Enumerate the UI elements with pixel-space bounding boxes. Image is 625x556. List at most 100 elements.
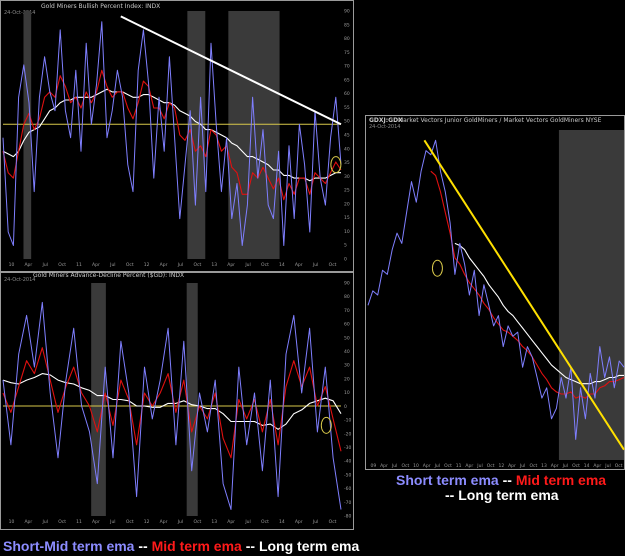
x-tick-label: Oct [615,463,623,469]
x-tick-label: 14 [279,262,285,268]
y-tick-label: -70 [344,500,351,506]
y-tick-label: 55 [344,105,350,111]
x-tick-label: Apr [508,463,516,469]
x-tick-label: Apr [551,463,559,469]
highlight-circle [320,416,332,434]
x-tick-label: 14 [279,519,285,525]
gdxj-gdx-panel: GDXJ:GDX Market Vectors Junior GoldMiner… [365,115,625,470]
x-tick-label: 11 [76,519,82,525]
highlight-circle [431,259,443,277]
x-tick-label: Apr [24,519,32,525]
x-tick-label: Apr [593,463,601,469]
bullish-percent-panel: Gold Miners Bullish Percent Index: INDX … [0,0,354,272]
legend-short-mid: Short-Mid term ema [3,538,135,554]
legend-sep: -- [445,487,459,503]
x-tick-label: Oct [126,262,134,268]
y-tick-label: 85 [344,22,350,28]
x-tick-label: 11 [76,262,82,268]
x-tick-label: Apr [465,463,473,469]
x-tick-label: Apr [380,463,388,469]
y-tick-label: 10 [344,229,350,235]
y-tick-label: 20 [344,201,350,207]
y-tick-label: 40 [344,349,350,355]
y-tick-label: 0 [344,404,347,410]
x-tick-label: Oct [329,519,337,525]
y-tick-label: 80 [344,294,350,300]
legend-sep: -- [498,472,516,488]
x-tick-label: Jul [109,262,115,268]
y-tick-label: 40 [344,146,350,152]
y-tick-label: 45 [344,133,350,139]
x-tick-label: 13 [211,262,217,268]
y-tick-label: 70 [344,308,350,314]
y-tick-label: 50 [344,335,350,341]
legend-short: Short term ema [396,472,499,488]
x-tick-label: 11 [456,463,462,469]
legend-long: Long term ema [258,538,360,554]
x-tick-label: 10 [9,262,15,268]
x-tick-label: Oct [401,463,409,469]
legend-mid: Mid term ema [151,538,242,554]
x-tick-label: Apr [160,262,168,268]
y-tick-label: 65 [344,77,350,83]
x-tick-label: Jul [604,463,610,469]
x-tick-label: 12 [144,519,150,525]
x-tick-label: Oct [444,463,452,469]
x-tick-label: Jul [312,262,318,268]
y-tick-label: 60 [344,322,350,328]
y-tick-label: -80 [344,514,351,520]
x-tick-label: Jul [312,519,318,525]
x-tick-label: 09 [370,463,376,469]
legend-long: Long term ema [458,487,559,503]
x-tick-label: Oct [58,262,66,268]
legend-sep: -- [134,538,152,554]
legend-sep: -- [241,538,259,554]
y-tick-label: 0 [344,257,347,263]
x-tick-label: Oct [572,463,580,469]
x-tick-label: Apr [92,262,100,268]
advance-decline-chart: 10 Apr Jul Oct 11 Apr Jul Oct 12 Apr Jul Oct 13 Apr Ju… [2,281,351,525]
x-tick-label: Oct [529,463,537,469]
y-tick-label: -60 [344,486,351,492]
short-ema-line [2,21,342,246]
y-tick-label: 75 [344,50,350,56]
y-tick-label: 90 [344,9,350,15]
x-tick-label: Apr [295,519,303,525]
x-tick-label: Oct [193,262,201,268]
y-tick-label: 90 [344,281,350,287]
x-tick-label: Jul [562,463,568,469]
y-tick-label: 15 [344,215,350,221]
x-tick-label: Apr [160,519,168,525]
bottom-left-legend: Short-Mid term ema -- Mid term ema -- Lo… [3,538,359,554]
x-tick-label: Apr [423,463,431,469]
advance-decline-panel: Gold Miners Advance-Decline Percent ($GD… [0,272,354,530]
y-tick-label: 80 [344,36,350,42]
x-tick-label: Oct [261,262,269,268]
y-tick-label: -30 [344,445,351,451]
y-tick-label: -40 [344,459,351,465]
x-tick-label: 13 [211,519,217,525]
y-tick-label: 25 [344,188,350,194]
bullish-percent-chart: 10 Apr Jul Oct 11 Apr Jul Oct 12 Apr Jul Oct 13 Apr Ju… [2,9,350,268]
y-tick-label: 60 [344,91,350,97]
x-tick-label: Jul [177,519,183,525]
x-tick-label: Apr [92,519,100,525]
x-tick-label: Jul [177,262,183,268]
x-tick-label: 10 [413,463,419,469]
x-tick-label: Jul [42,262,48,268]
x-tick-label: 10 [9,519,15,525]
y-tick-label: 20 [344,376,350,382]
x-tick-label: Apr [24,262,32,268]
y-tick-label: 10 [344,390,350,396]
legend-mid: Mid term ema [515,472,607,488]
x-tick-label: Jul [244,519,250,525]
x-tick-label: Oct [58,519,66,525]
x-tick-label: Apr [227,519,235,525]
x-tick-label: Jul [519,463,525,469]
x-tick-label: Oct [126,519,134,525]
y-tick-label: -10 [344,418,351,424]
y-tick-label: 30 [344,174,350,180]
x-tick-label: Apr [295,262,303,268]
y-tick-label: 30 [344,363,350,369]
x-tick-label: Jul [391,463,397,469]
